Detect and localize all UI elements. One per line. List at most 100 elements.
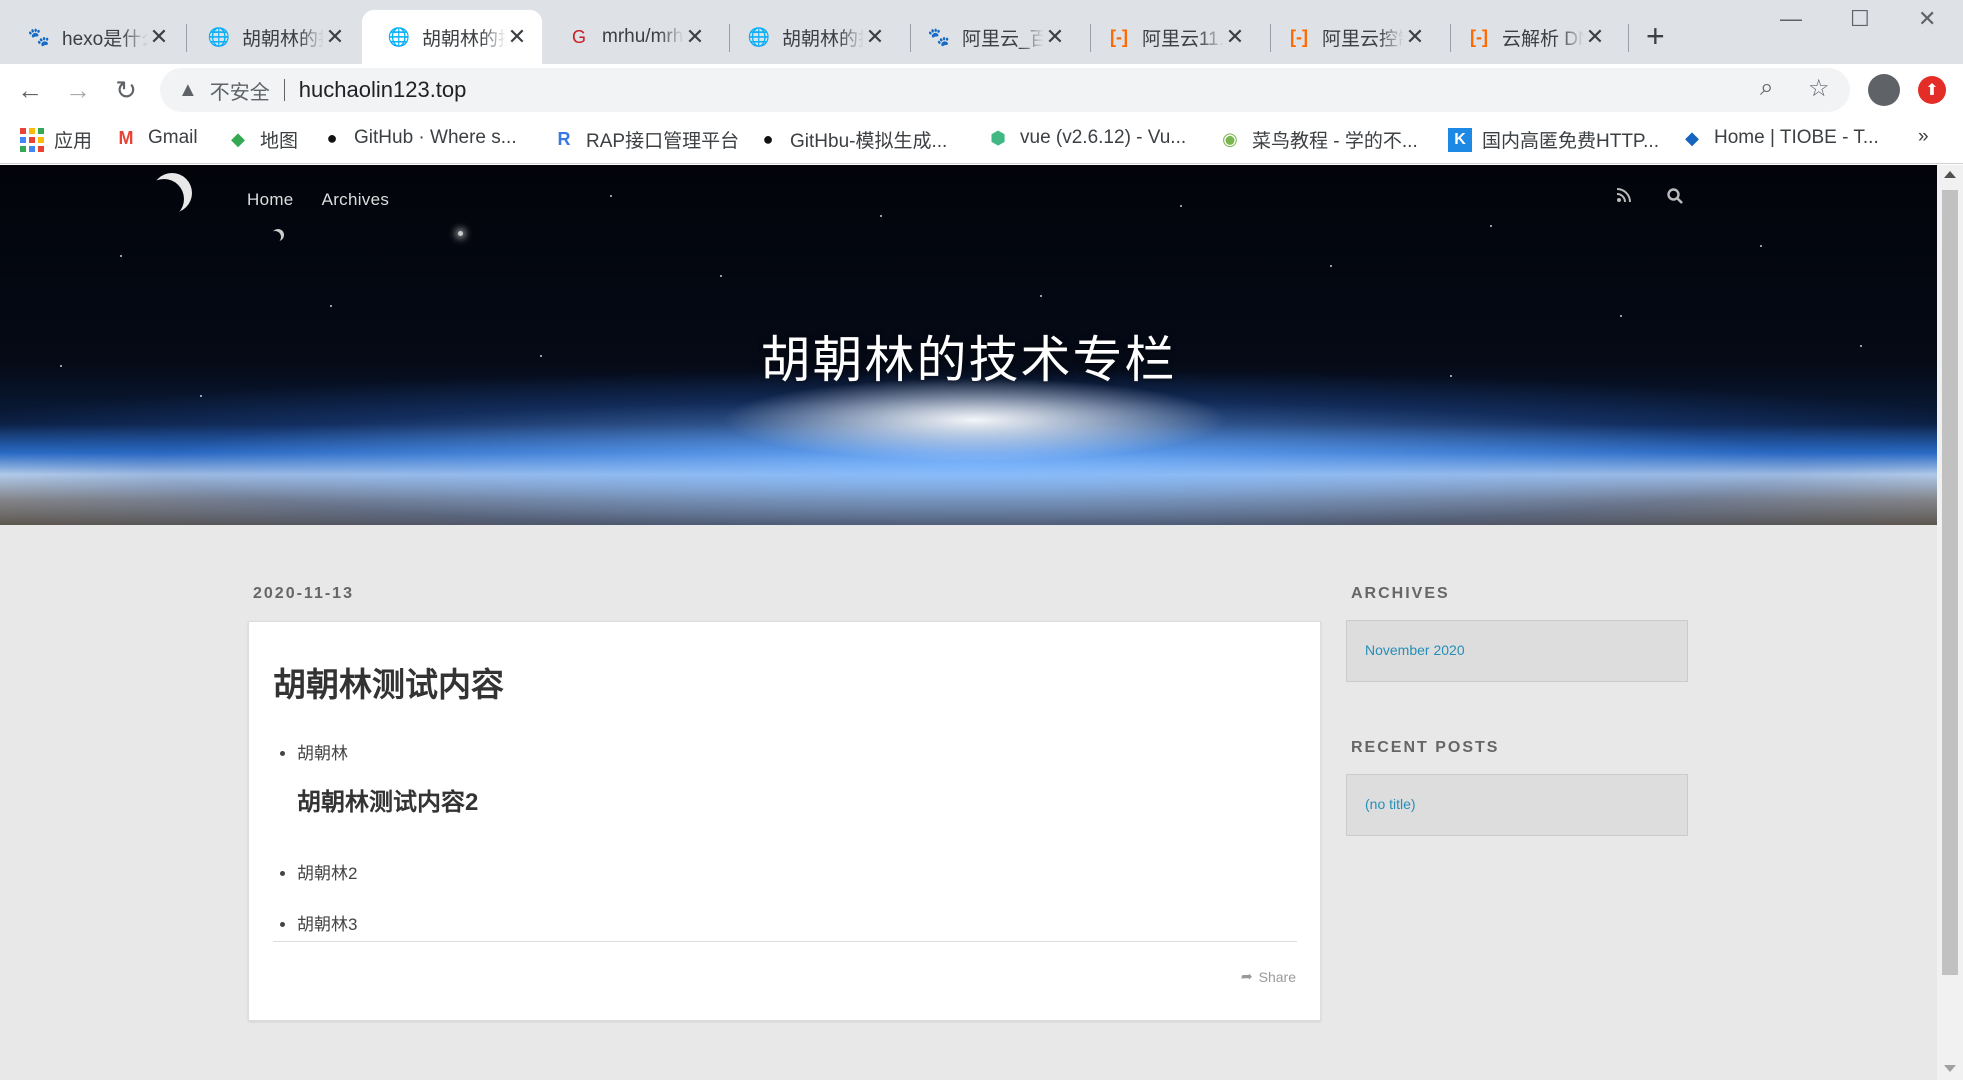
header-banner: Home Archives 胡朝林的技术专栏 <box>0 165 1937 525</box>
address-bar[interactable]: ▲ 不安全 huchaolin123.top <box>160 68 1850 112</box>
security-label[interactable]: 不安全 <box>210 76 270 105</box>
baidu-paw-icon: 🐾 <box>927 26 951 47</box>
bookmark-apps[interactable]: 应用 <box>20 126 92 153</box>
bookmark-runoob[interactable]: ◉ 菜鸟教程 - 学的不... <box>1218 126 1418 153</box>
tab-5[interactable]: 🐾 阿里云_百度 ✕ <box>902 10 1080 64</box>
new-tab-button[interactable]: + <box>1646 18 1665 55</box>
github-icon: ● <box>326 127 338 148</box>
zoom-icon[interactable]: ⌕ <box>1760 74 1773 102</box>
rap-icon: R <box>557 129 571 149</box>
bookmark-kuaidaili[interactable]: K 国内高匿免费HTTP... <box>1448 126 1659 153</box>
bookmarks-overflow-icon[interactable]: » <box>1918 126 1929 148</box>
close-icon[interactable]: ✕ <box>1224 24 1246 50</box>
article-card: 胡朝林测试内容 胡朝林 胡朝林测试内容2 胡朝林2 胡朝林3 ➦ Share <box>248 621 1321 1021</box>
bookmark-tiobe[interactable]: ◆ Home | TIOBE - T... <box>1680 126 1879 150</box>
browser-chrome: 🐾 hexo是什么 ✕ 🌐 胡朝林的技术专栏 ✕ 🌐 胡朝林的技术专栏 ✕ G … <box>0 0 1963 165</box>
close-icon[interactable]: ✕ <box>684 24 706 50</box>
rss-icon[interactable] <box>1616 187 1632 208</box>
scroll-down-arrow-icon[interactable] <box>1944 1065 1956 1072</box>
article-divider <box>273 941 1297 942</box>
article-list-1: 胡朝林 <box>297 739 348 764</box>
globe-icon: 🌐 <box>747 26 771 47</box>
bookmark-maps[interactable]: ◆ 地图 <box>226 126 298 153</box>
list-item: 胡朝林3 <box>297 899 357 950</box>
gmail-icon: M <box>118 127 134 148</box>
nav-archives-link[interactable]: Archives <box>322 190 390 210</box>
browser-toolbar: ← → ↻ ▲ 不安全 huchaolin123.top ⌕ ☆ ⬆ <box>0 64 1963 116</box>
kuaidaili-icon: K <box>1448 127 1472 152</box>
page-scrollbar[interactable] <box>1937 165 1963 1080</box>
extension-icon[interactable]: ⬆ <box>1918 76 1946 104</box>
main-nav: Home Archives <box>247 190 389 210</box>
share-icon: ➦ <box>1240 968 1253 984</box>
bookmark-label: Home | TIOBE - T... <box>1714 127 1879 148</box>
vue-icon: ⬢ <box>990 127 1006 148</box>
tab-title: 阿里云_百度 <box>962 28 1044 50</box>
moon-image <box>152 173 192 213</box>
tiobe-icon: ◆ <box>1685 127 1699 148</box>
close-icon[interactable]: ✕ <box>506 24 528 50</box>
bookmark-star-icon[interactable]: ☆ <box>1808 74 1830 103</box>
globe-icon: 🌐 <box>207 26 231 47</box>
bookmark-label: GitHub · Where s... <box>354 127 517 148</box>
bookmark-label: 国内高匿免费HTTP... <box>1482 131 1659 152</box>
tab-title: 阿里云11.11 <box>1142 28 1224 50</box>
forward-icon[interactable]: → <box>60 72 96 108</box>
close-icon[interactable]: ✕ <box>1044 24 1066 50</box>
archives-widget: November 2020 <box>1346 620 1688 682</box>
list-item: 胡朝林 <box>297 739 348 764</box>
tab-6[interactable]: [-] 阿里云11.11 ✕ <box>1082 10 1260 64</box>
bookmark-gmail[interactable]: M Gmail <box>114 126 198 150</box>
runoob-icon: ◉ <box>1222 129 1238 149</box>
tab-title: 胡朝林的技术专栏 <box>242 28 324 50</box>
minimize-icon[interactable]: — <box>1780 6 1802 32</box>
tab-1[interactable]: 🌐 胡朝林的技术专栏 ✕ <box>182 10 360 64</box>
window-close-icon[interactable]: ✕ <box>1918 6 1936 32</box>
nav-home-link[interactable]: Home <box>247 190 294 210</box>
tab-4[interactable]: 🌐 胡朝林的技术专栏 ✕ <box>722 10 900 64</box>
article-title[interactable]: 胡朝林测试内容 <box>273 658 504 706</box>
reload-icon[interactable]: ↻ <box>108 72 144 108</box>
warning-icon[interactable]: ▲ <box>178 79 198 102</box>
tab-2-active[interactable]: 🌐 胡朝林的技术专栏 ✕ <box>362 10 542 64</box>
article-subtitle: 胡朝林测试内容2 <box>297 789 479 816</box>
tab-title: hexo是什么 <box>62 28 148 50</box>
tab-8[interactable]: [-] 云解析 DNS ✕ <box>1442 10 1620 64</box>
bookmark-label: GitHbu-模拟生成... <box>790 131 948 152</box>
close-icon[interactable]: ✕ <box>864 24 886 50</box>
tab-7[interactable]: [-] 阿里云控制台 ✕ <box>1262 10 1440 64</box>
bookmark-rap[interactable]: R RAP接口管理平台 <box>552 126 740 153</box>
close-icon[interactable]: ✕ <box>1584 24 1606 50</box>
maximize-icon[interactable]: ☐ <box>1850 6 1870 32</box>
aliyun-icon: [-] <box>1290 26 1308 47</box>
bookmark-github[interactable]: ● GitHub · Where s... <box>320 126 517 150</box>
tab-title: mrhu/mrhu <box>602 26 684 47</box>
bookmark-label: Gmail <box>148 127 198 148</box>
recent-posts-widget: (no title) <box>1346 774 1688 836</box>
close-icon[interactable]: ✕ <box>324 24 346 50</box>
url-text[interactable]: huchaolin123.top <box>299 77 467 103</box>
tab-0[interactable]: 🐾 hexo是什么 ✕ <box>2 10 184 64</box>
recent-post-link[interactable]: (no title) <box>1365 796 1416 812</box>
article-date[interactable]: 2020-11-13 <box>253 585 354 603</box>
profile-avatar-icon[interactable] <box>1868 74 1900 106</box>
tab-title: 云解析 DNS <box>1502 28 1584 50</box>
tab-3[interactable]: G mrhu/mrhu ✕ <box>542 10 720 64</box>
apps-grid-icon <box>20 127 44 152</box>
share-label: Share <box>1258 968 1296 985</box>
close-icon[interactable]: ✕ <box>1404 24 1426 50</box>
bookmark-vue[interactable]: ⬢ vue (v2.6.12) - Vu... <box>986 126 1186 150</box>
globe-icon: 🌐 <box>387 26 411 47</box>
scrollbar-thumb[interactable] <box>1942 190 1958 975</box>
maps-icon: ◆ <box>231 129 245 149</box>
bookmark-label: 应用 <box>54 131 93 152</box>
search-icon[interactable] <box>1666 187 1684 210</box>
share-button[interactable]: ➦ Share <box>1241 968 1296 985</box>
baidu-paw-icon: 🐾 <box>27 26 51 47</box>
scroll-up-arrow-icon[interactable] <box>1944 171 1956 178</box>
site-title: 胡朝林的技术专栏 <box>760 332 1177 388</box>
archive-link[interactable]: November 2020 <box>1365 642 1465 658</box>
close-icon[interactable]: ✕ <box>148 24 170 50</box>
back-icon[interactable]: ← <box>12 72 48 108</box>
bookmark-github-mock[interactable]: ● GitHbu-模拟生成... <box>756 126 948 153</box>
